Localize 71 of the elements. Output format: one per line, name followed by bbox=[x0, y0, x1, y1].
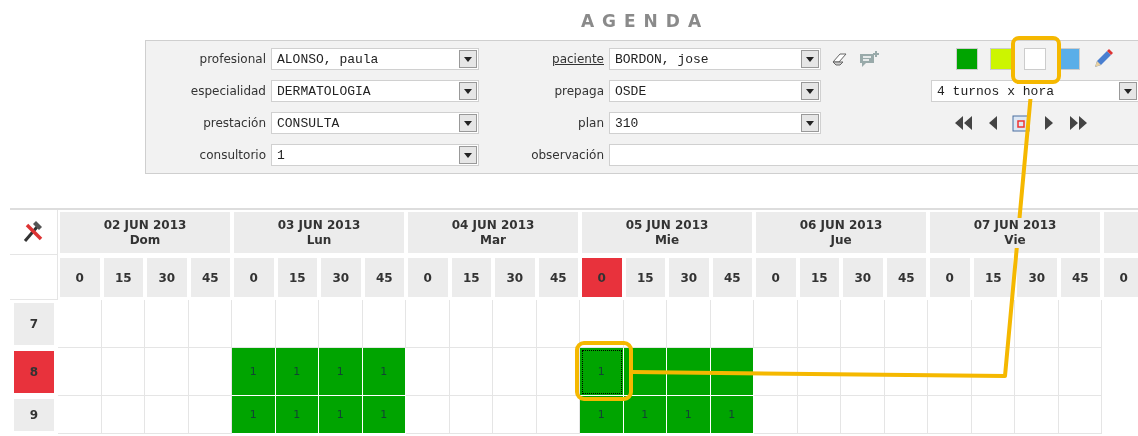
minute-header[interactable]: 45 bbox=[712, 258, 752, 297]
minute-header[interactable]: 45 bbox=[190, 258, 230, 297]
field-label: prepaga bbox=[554, 84, 605, 98]
field-label: especialidad bbox=[190, 84, 267, 98]
minute-header[interactable]: 0 bbox=[60, 258, 100, 297]
previous-icon[interactable] bbox=[987, 116, 998, 130]
caret-icon bbox=[801, 50, 819, 68]
eraser-icon[interactable] bbox=[831, 51, 849, 67]
minute-header[interactable]: 0 bbox=[756, 258, 796, 297]
highlight-frame bbox=[1011, 36, 1061, 84]
dropdown-field[interactable]: CONSULTA bbox=[271, 112, 479, 134]
minute-header[interactable]: 15 bbox=[799, 258, 839, 297]
minute-header[interactable]: 30 bbox=[669, 258, 709, 297]
day-date: 06 JUN 2013 bbox=[799, 217, 883, 233]
minute-header[interactable]: 15 bbox=[451, 258, 491, 297]
caret-icon bbox=[801, 114, 819, 132]
minute-header[interactable]: 45 bbox=[886, 258, 926, 297]
caret-icon bbox=[459, 82, 477, 100]
field-link[interactable]: paciente bbox=[552, 52, 609, 66]
caret-icon bbox=[801, 82, 819, 100]
first-page-icon[interactable] bbox=[953, 116, 973, 130]
field-label: prestación bbox=[203, 116, 267, 130]
dropdown-field[interactable]: ALONSO, paula bbox=[271, 48, 479, 70]
caret-icon bbox=[1119, 82, 1137, 100]
pencil-icon[interactable] bbox=[1092, 48, 1114, 70]
dropdown-field[interactable]: DERMATOLOGIA bbox=[271, 80, 479, 102]
minute-header[interactable]: 30 bbox=[495, 258, 535, 297]
field-label: profesional bbox=[199, 52, 267, 66]
minute-header[interactable]: 30 bbox=[1017, 258, 1057, 297]
day-date: 05 JUN 2013 bbox=[625, 217, 709, 233]
next-icon[interactable] bbox=[1044, 116, 1055, 130]
day-date: 03 JUN 2013 bbox=[277, 217, 361, 233]
dropdown-field[interactable]: OSDE bbox=[609, 80, 821, 102]
hour-header[interactable]: 9 bbox=[14, 399, 54, 431]
minute-header[interactable]: 45 bbox=[1060, 258, 1100, 297]
caret-icon bbox=[459, 146, 477, 164]
minute-header[interactable]: 0 bbox=[930, 258, 970, 297]
minute-header[interactable]: 0 bbox=[408, 258, 448, 297]
day-date: 02 JUN 2013 bbox=[103, 217, 187, 233]
minute-header[interactable]: 0 bbox=[234, 258, 274, 297]
minute-header[interactable]: 15 bbox=[103, 258, 143, 297]
caret-icon bbox=[459, 114, 477, 132]
dropdown-field[interactable]: 310 bbox=[609, 112, 821, 134]
dropdown-field[interactable]: 1 bbox=[271, 144, 479, 166]
minute-header[interactable]: 30 bbox=[321, 258, 361, 297]
highlight-frame bbox=[575, 341, 633, 401]
minute-header[interactable]: 30 bbox=[147, 258, 187, 297]
minute-header[interactable]: 0 bbox=[1104, 258, 1138, 297]
minute-header[interactable]: 30 bbox=[843, 258, 883, 297]
color-swatch[interactable] bbox=[1024, 48, 1046, 70]
day-date: 07 JUN 2013 bbox=[973, 217, 1057, 233]
caret-icon bbox=[459, 50, 477, 68]
page-title: AGENDA bbox=[579, 10, 711, 33]
booked-slot[interactable] bbox=[667, 348, 711, 396]
minute-header[interactable]: 15 bbox=[625, 258, 665, 297]
field-label: observación bbox=[531, 148, 605, 162]
minute-header[interactable]: 45 bbox=[538, 258, 578, 297]
dropdown-field[interactable]: BORDON, jose bbox=[609, 48, 821, 70]
day-date: 04 JUN 2013 bbox=[451, 217, 535, 233]
minute-header[interactable]: 45 bbox=[364, 258, 404, 297]
dropdown-field[interactable]: 4 turnos x hora bbox=[931, 80, 1138, 102]
field-label: plan bbox=[578, 116, 605, 130]
field-label: consultorio bbox=[199, 148, 267, 162]
minute-header[interactable]: 15 bbox=[973, 258, 1013, 297]
hour-header[interactable]: 7 bbox=[14, 303, 54, 345]
comment-add-icon[interactable] bbox=[859, 50, 881, 68]
minute-header[interactable]: 15 bbox=[277, 258, 317, 297]
text-field[interactable] bbox=[609, 144, 1138, 166]
color-swatch[interactable] bbox=[990, 48, 1012, 70]
color-swatch[interactable] bbox=[956, 48, 978, 70]
last-page-icon[interactable] bbox=[1069, 116, 1089, 130]
